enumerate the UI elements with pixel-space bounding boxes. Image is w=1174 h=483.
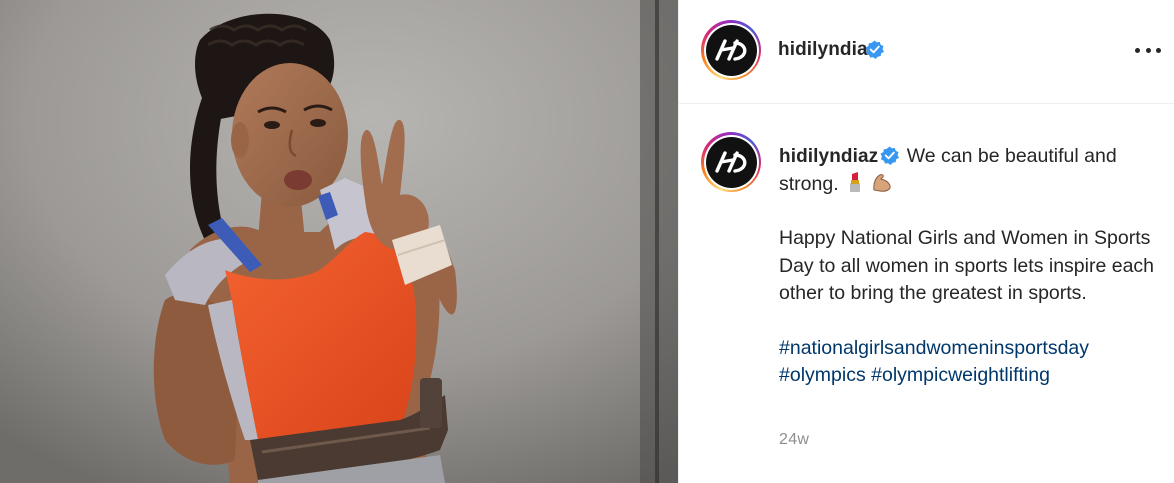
post-header: hidilyndiaz [679, 0, 1174, 104]
post-photo[interactable] [0, 0, 678, 483]
lipstick-emoji [850, 171, 861, 192]
hashtag-link[interactable]: #olympics [779, 364, 866, 386]
caption-hashtags: #nationalgirlsandwomeninsportsday #olymp… [779, 335, 1159, 390]
caption-first-paragraph: hidilyndiaz We can be beautiful and stro… [779, 143, 1159, 198]
caption-username[interactable]: hidilyndiaz [779, 146, 878, 167]
hd-logo-icon [715, 39, 747, 61]
hd-logo-icon [715, 151, 747, 173]
hashtag-link[interactable]: #olympicweightlifting [871, 364, 1050, 386]
more-options-icon[interactable] [1135, 40, 1161, 60]
story-ring[interactable] [701, 20, 761, 80]
post-details-panel: hidilyndiaz hidilyndiaz We can be beauti… [678, 0, 1174, 483]
caption-second-paragraph: Happy National Girls and Women in Sports… [779, 227, 1155, 304]
verified-badge-icon [880, 146, 900, 165]
avatar[interactable] [705, 24, 757, 76]
post-timestamp[interactable]: 24w [779, 431, 809, 449]
caption-story-ring[interactable] [701, 132, 761, 192]
header-username[interactable]: hidilyndiaz [778, 39, 877, 61]
caption-avatar[interactable] [705, 136, 757, 188]
flexed-biceps-emoji [873, 173, 892, 192]
instagram-post: hidilyndiaz hidilyndiaz We can be beauti… [0, 0, 1174, 483]
verified-badge-icon [865, 40, 884, 59]
athlete-photo [0, 0, 678, 483]
post-caption: hidilyndiaz We can be beautiful and stro… [779, 143, 1159, 390]
hashtag-link[interactable]: #nationalgirlsandwomeninsportsday [779, 337, 1089, 359]
